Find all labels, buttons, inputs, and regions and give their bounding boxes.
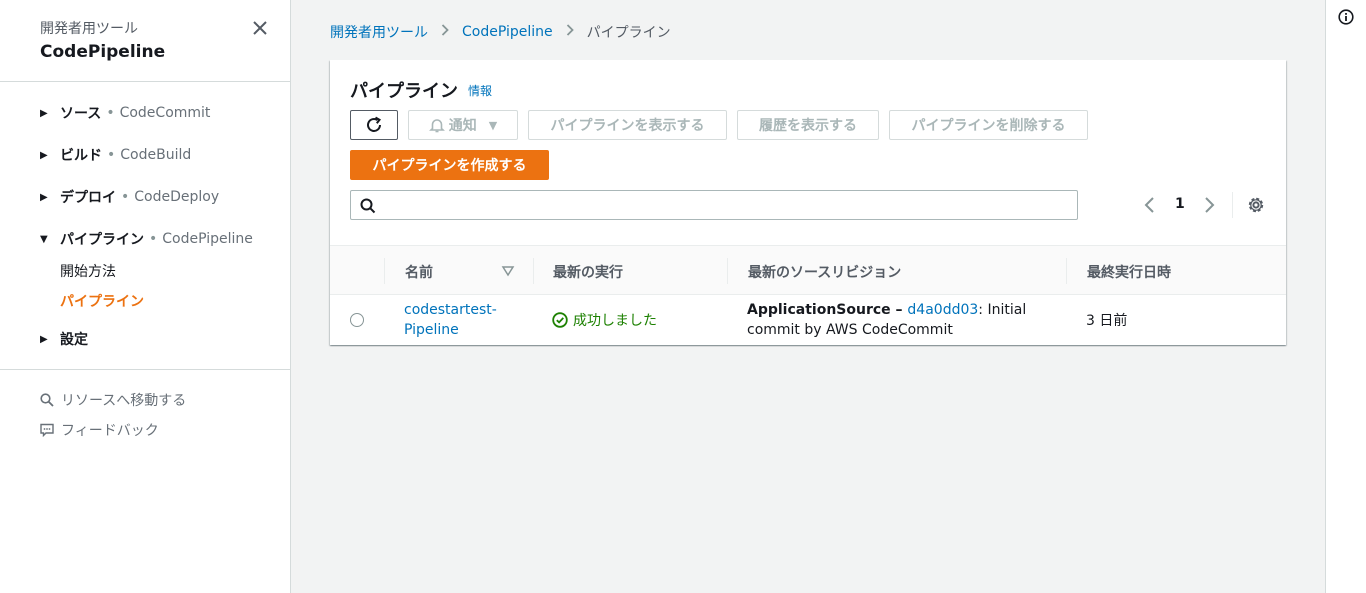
nav-separator: •	[121, 189, 130, 205]
feedback-label: フィードバック	[61, 423, 159, 439]
page-number[interactable]: 1	[1175, 196, 1185, 212]
execution-status: 成功しました	[552, 310, 657, 330]
nav-item-label: デプロイ	[60, 190, 116, 206]
info-link[interactable]: 情報	[468, 82, 492, 99]
view-pipeline-button[interactable]: パイプラインを表示する	[528, 110, 727, 140]
chevron-left-icon	[1144, 197, 1154, 213]
nav-child-getting-started[interactable]: 開始方法	[60, 261, 116, 281]
notify-label: 通知	[448, 118, 477, 134]
previous-page-button[interactable]	[1141, 194, 1159, 216]
nav-child-pipelines[interactable]: パイプライン	[60, 291, 144, 311]
pipelines-panel: パイプライン 情報 通知 ▼ パイプラインを表示する 履歴を表示する パイプライ…	[330, 60, 1286, 345]
sidebar-service-title[interactable]: CodePipeline	[40, 42, 165, 62]
search-input[interactable]	[383, 194, 1073, 216]
breadcrumb-developer-tools[interactable]: 開発者用ツール	[330, 22, 428, 42]
refresh-button[interactable]	[350, 110, 398, 140]
column-header-last-executed[interactable]: 最終実行日時	[1087, 262, 1171, 282]
nav-separator: •	[149, 231, 158, 247]
create-pipeline-button[interactable]: パイプラインを作成する	[350, 150, 549, 180]
side-navigation: 開発者用ツール CodePipeline ▶ ソース • CodeCommit …	[0, 0, 291, 593]
table-row[interactable]: codestartest-Pipeline 成功しました Application…	[330, 295, 1286, 345]
notify-button[interactable]: 通知 ▼	[408, 110, 518, 140]
nav-item-label: ソース	[60, 106, 102, 122]
goto-resource-label: リソースへ移動する	[61, 393, 187, 409]
delete-pipeline-button[interactable]: パイプラインを削除する	[889, 110, 1088, 140]
nav-item-service: CodeBuild	[120, 147, 192, 163]
nav-item-settings[interactable]: ▶ 設定	[40, 327, 88, 351]
sidebar-service-category[interactable]: 開発者用ツール	[40, 18, 138, 38]
caret-down-icon: ▼	[488, 118, 498, 132]
feedback-icon	[40, 423, 54, 437]
gear-icon	[1248, 197, 1264, 213]
nav-item-build[interactable]: ▶ ビルド • CodeBuild	[40, 143, 191, 167]
close-icon[interactable]	[250, 18, 270, 38]
feedback-link[interactable]: フィードバック	[40, 420, 159, 440]
page-title: パイプライン	[350, 81, 458, 102]
nav-item-pipeline[interactable]: ▼ パイプライン • CodePipeline	[40, 227, 253, 251]
bell-icon	[428, 119, 445, 133]
refresh-icon	[367, 116, 382, 132]
column-divider	[1066, 258, 1067, 284]
table-header: 名前 最新の実行 最新のソースリビジョン 最終実行日時	[330, 245, 1286, 295]
source-dash: –	[890, 302, 908, 318]
caret-right-icon: ▶	[40, 333, 48, 345]
source-revision-cell: ApplicationSource – d4a0dd03: Initial co…	[747, 300, 1057, 340]
nav-separator: •	[107, 147, 116, 163]
help-panel-rail	[1325, 0, 1366, 593]
search-icon	[40, 393, 54, 407]
caret-right-icon: ▶	[40, 191, 48, 203]
column-divider	[533, 258, 534, 284]
column-header-latest-execution[interactable]: 最新の実行	[553, 262, 623, 282]
nav-item-service: CodeDeploy	[134, 189, 220, 205]
view-history-button[interactable]: 履歴を表示する	[737, 110, 879, 140]
chevron-right-icon	[1205, 197, 1215, 213]
nav-item-service: CodePipeline	[162, 231, 253, 247]
goto-resource-link[interactable]: リソースへ移動する	[40, 390, 186, 410]
next-page-button[interactable]	[1200, 194, 1218, 216]
breadcrumb-current: パイプライン	[586, 25, 671, 41]
info-icon[interactable]	[1338, 9, 1354, 25]
nav-item-label: ビルド	[60, 148, 102, 164]
nav-item-label: パイプライン	[60, 232, 144, 248]
row-select-radio[interactable]	[350, 313, 364, 327]
source-action-name: ApplicationSource	[747, 302, 891, 318]
nav-item-label: 設定	[60, 332, 88, 348]
revision-id-link[interactable]: d4a0dd03	[907, 302, 978, 318]
search-icon	[360, 198, 376, 214]
pager-divider	[1232, 192, 1233, 218]
breadcrumb-codepipeline[interactable]: CodePipeline	[462, 24, 553, 40]
sort-descending-icon[interactable]	[501, 264, 515, 278]
nav-item-service: CodeCommit	[119, 105, 211, 121]
nav-item-deploy[interactable]: ▶ デプロイ • CodeDeploy	[40, 185, 219, 209]
table-settings-button[interactable]	[1246, 195, 1266, 215]
breadcrumb: 開発者用ツール CodePipeline パイプライン	[330, 22, 671, 42]
chevron-right-icon	[441, 24, 449, 40]
sidebar-divider	[0, 369, 290, 370]
last-executed-time: 3 日前	[1086, 313, 1128, 329]
column-divider	[384, 258, 385, 284]
chevron-right-icon	[566, 24, 574, 40]
sidebar-header: 開発者用ツール CodePipeline	[0, 0, 290, 82]
pipeline-name-link[interactable]: codestartest-Pipeline	[404, 300, 514, 340]
success-check-icon	[552, 312, 568, 328]
status-text: 成功しました	[573, 313, 657, 329]
column-divider	[727, 258, 728, 284]
caret-right-icon: ▶	[40, 107, 48, 119]
column-header-source-revision[interactable]: 最新のソースリビジョン	[748, 262, 901, 282]
caret-right-icon: ▶	[40, 149, 48, 161]
caret-down-icon: ▼	[40, 233, 48, 245]
nav-separator: •	[106, 105, 115, 121]
nav-item-source[interactable]: ▶ ソース • CodeCommit	[40, 101, 210, 125]
search-field[interactable]	[350, 190, 1078, 220]
column-header-name[interactable]: 名前	[405, 262, 433, 282]
